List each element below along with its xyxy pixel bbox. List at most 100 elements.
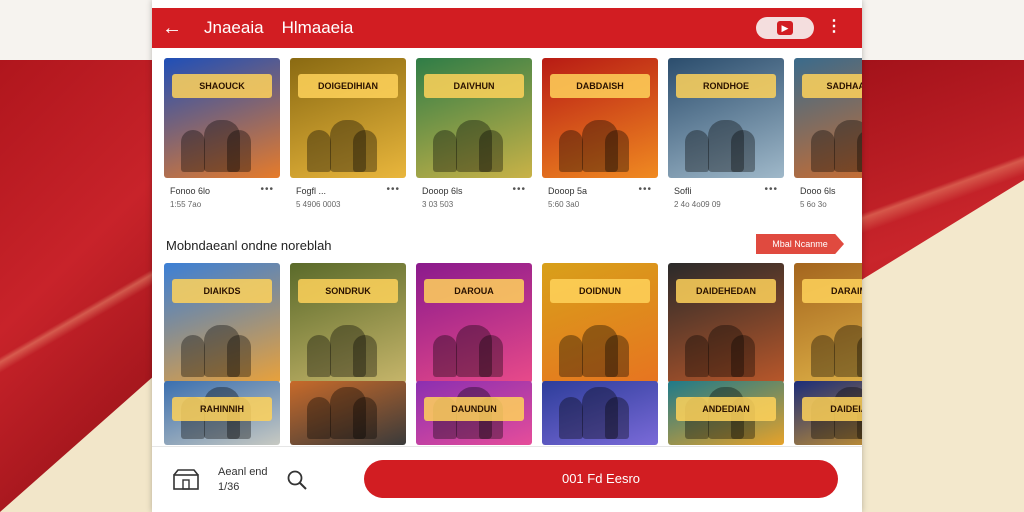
character-art	[605, 397, 630, 439]
section-title: Mobndaeanl ondne noreblah	[166, 238, 332, 253]
game-logo: DIAIKDS	[172, 279, 272, 303]
game-card[interactable]: ANDEDIAN	[668, 381, 784, 445]
game-logo: DAROUA	[424, 279, 524, 303]
character-art	[479, 335, 504, 377]
game-card[interactable]: RAHINNIH	[164, 381, 280, 445]
game-card[interactable]	[542, 381, 658, 445]
game-thumbnail[interactable]: RAHINNIH	[164, 381, 280, 445]
store-label-line1: Aeanl end	[218, 466, 268, 478]
game-logo: DARAIME	[802, 279, 862, 303]
character-art	[857, 335, 862, 377]
character-art	[432, 130, 457, 172]
game-logo: SONDRUK	[298, 279, 398, 303]
game-thumbnail[interactable]: DOIGEDIHIAN	[290, 58, 406, 178]
search-icon[interactable]	[286, 469, 308, 491]
character-art	[731, 335, 756, 377]
more-options-icon[interactable]: •••	[638, 184, 652, 195]
character-art	[605, 130, 630, 172]
character-art	[306, 397, 331, 439]
primary-cta-button[interactable]: 001 Fd Eesro	[364, 460, 838, 498]
game-info: 5 4906 0003	[296, 200, 341, 209]
game-logo: DAIDEIAN	[802, 397, 862, 421]
character-art	[306, 130, 331, 172]
character-art	[810, 130, 835, 172]
app-window: ← Jnaeaia Hlmaaeia ▶ ⋮ SHAOUCK Fonoo 6lo •…	[152, 0, 862, 512]
app-header: ← Jnaeaia Hlmaaeia ▶ ⋮	[152, 8, 862, 48]
game-thumbnail[interactable]: DAIVHUN	[416, 58, 532, 178]
character-art	[353, 130, 378, 172]
games-row-3: RAHINNIH DAUNDUN ANDEDIAN DAIDEIAN	[164, 381, 862, 445]
game-thumbnail[interactable]: SONDRUK	[290, 263, 406, 383]
character-art	[180, 335, 205, 377]
more-options-icon[interactable]: •••	[764, 184, 778, 195]
game-card[interactable]: RONDHOE Sofli ••• 2 4o 4o09 09	[668, 58, 784, 218]
game-thumbnail[interactable]: SHAOUCK	[164, 58, 280, 178]
game-card-meta: Dooo 6ls•••5 6o 3o	[794, 178, 862, 218]
account-toggle[interactable]: ▶	[756, 17, 814, 39]
character-art	[684, 130, 709, 172]
character-art	[227, 335, 252, 377]
character-art	[558, 397, 583, 439]
store-label-line2: 1/36	[218, 481, 240, 493]
game-card[interactable]: DAIVHUN Dooop 6ls ••• 3 03 503	[416, 58, 532, 218]
game-logo: SHAOUCK	[172, 74, 272, 98]
game-logo: ANDEDIAN	[676, 397, 776, 421]
character-art	[810, 335, 835, 377]
game-card[interactable]: SADHAANS Dooo 6ls•••5 6o 3o	[794, 58, 862, 218]
game-thumbnail[interactable]: DAIDEHEDAN	[668, 263, 784, 383]
game-thumbnail[interactable]: DABDAISH	[542, 58, 658, 178]
character-art	[227, 130, 252, 172]
game-card[interactable]: SHAOUCK Fonoo 6lo ••• 1:55 7ao	[164, 58, 280, 218]
game-card-meta: Dooop 6ls ••• 3 03 503	[416, 178, 532, 218]
more-options-icon[interactable]: •••	[386, 184, 400, 195]
character-art	[306, 335, 331, 377]
character-art	[479, 130, 504, 172]
game-logo: SADHAANS	[802, 74, 862, 98]
game-thumbnail[interactable]: DAROUA	[416, 263, 532, 383]
game-card-meta: Fonoo 6lo ••• 1:55 7ao	[164, 178, 280, 218]
game-card[interactable]	[290, 381, 406, 445]
game-card-meta: Fogfl ... ••• 5 4906 0003	[290, 178, 406, 218]
game-card-meta: Sofli ••• 2 4o 4o09 09	[668, 178, 784, 218]
game-thumbnail[interactable]: SADHAANS	[794, 58, 862, 178]
game-title: Fonoo 6lo	[170, 186, 211, 196]
game-thumbnail[interactable]: DIAIKDS	[164, 263, 280, 383]
game-thumbnail[interactable]	[290, 381, 406, 445]
game-thumbnail[interactable]: DAIDEIAN	[794, 381, 862, 445]
game-logo: DAIDEHEDAN	[676, 279, 776, 303]
game-title: Dooo 6ls	[800, 186, 836, 196]
character-art	[353, 335, 378, 377]
game-logo: DOIDNUN	[550, 279, 650, 303]
character-art	[605, 335, 630, 377]
bottom-bar: Aeanl end 1/36 001 Fd Eesro	[152, 446, 862, 512]
game-card[interactable]: DAIDEIAN	[794, 381, 862, 445]
game-title: Dooop 5a	[548, 186, 588, 196]
character-art	[684, 335, 709, 377]
game-info: 5:60 3a0	[548, 200, 580, 209]
more-options-icon[interactable]: •••	[512, 184, 526, 195]
store-icon[interactable]	[172, 469, 200, 491]
see-more-button[interactable]: Mbal Ncanme	[756, 234, 844, 254]
kebab-icon[interactable]: ⋮	[826, 18, 842, 36]
game-thumbnail[interactable]: DARAIME	[794, 263, 862, 383]
game-card-meta: Dooop 5a ••• 5:60 3a0	[542, 178, 658, 218]
game-thumbnail[interactable]	[542, 381, 658, 445]
character-art	[353, 397, 378, 439]
game-info: 1:55 7ao	[170, 200, 202, 209]
game-card[interactable]: DAUNDUN	[416, 381, 532, 445]
game-card[interactable]: DOIGEDIHIAN Fogfl ... ••• 5 4906 0003	[290, 58, 406, 218]
game-title: Dooop 6ls	[422, 186, 463, 196]
page-subtitle: Hlmaaeia	[281, 18, 354, 37]
arrow-left-icon[interactable]: ←	[152, 17, 192, 40]
game-info: 2 4o 4o09 09	[674, 200, 721, 209]
game-logo: DABDAISH	[550, 74, 650, 98]
game-card[interactable]: DABDAISH Dooop 5a ••• 5:60 3a0	[542, 58, 658, 218]
game-logo: DAIVHUN	[424, 74, 524, 98]
game-title: Sofli	[674, 186, 692, 196]
game-thumbnail[interactable]: RONDHOE	[668, 58, 784, 178]
game-thumbnail[interactable]: DAUNDUN	[416, 381, 532, 445]
game-thumbnail[interactable]: ANDEDIAN	[668, 381, 784, 445]
more-options-icon[interactable]: •••	[260, 184, 274, 195]
character-art	[558, 335, 583, 377]
game-thumbnail[interactable]: DOIDNUN	[542, 263, 658, 383]
